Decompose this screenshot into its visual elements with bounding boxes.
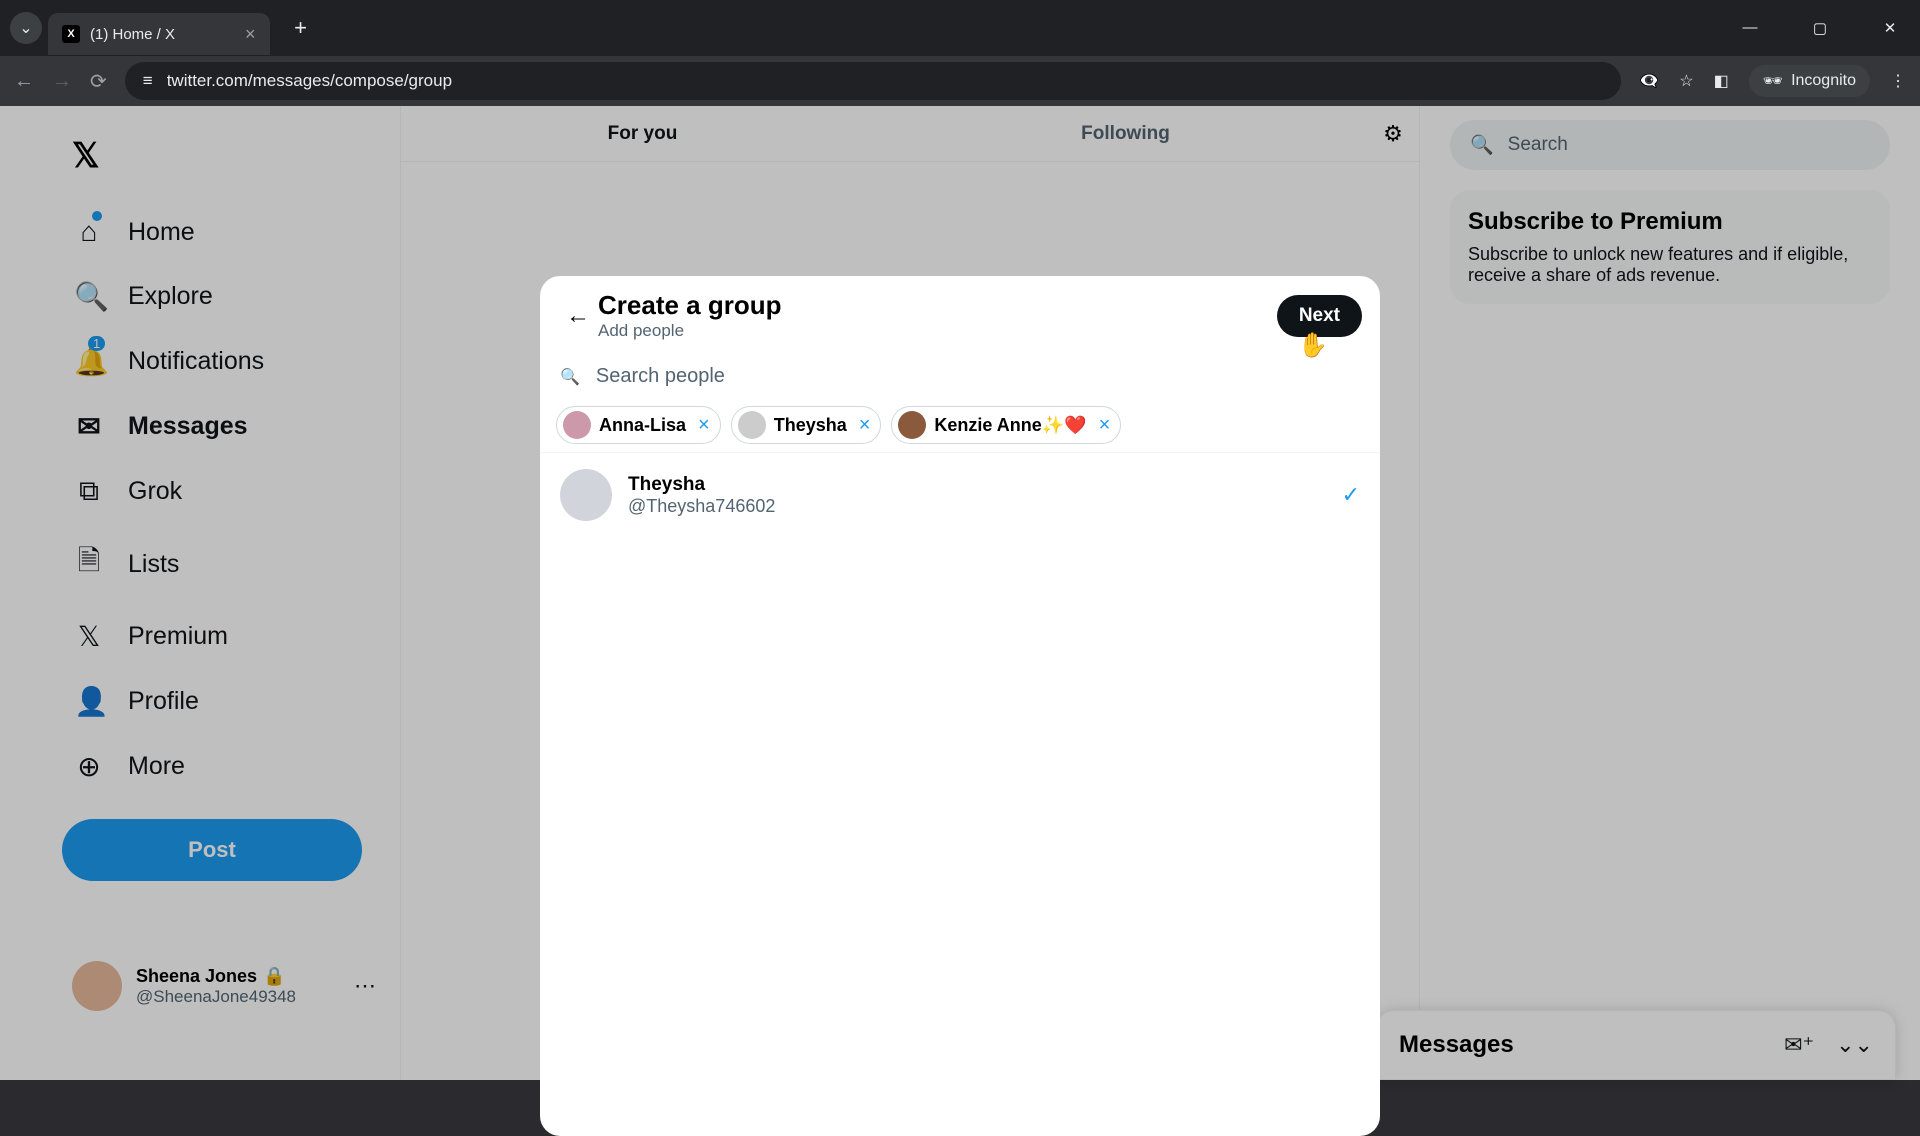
- site-tune-icon[interactable]: ≡: [143, 71, 153, 91]
- person-chip[interactable]: Theysha ×: [731, 406, 882, 444]
- chip-avatar: [563, 411, 591, 439]
- create-group-modal: ← Create a group Add people Next 🔍 Anna-…: [540, 276, 1380, 1136]
- eye-off-icon[interactable]: 👁‍🗨: [1639, 71, 1659, 91]
- page-root: 𝕏 ⌂ Home 🔍 Explore 🔔 Notifications 1 ✉ M…: [0, 106, 1920, 1080]
- chip-name: Theysha: [774, 415, 847, 436]
- incognito-icon: 🕶: [1763, 71, 1783, 91]
- browser-tab-strip: ⌄ X (1) Home / X × + — ▢ ✕: [0, 0, 1920, 56]
- close-window-icon[interactable]: ✕: [1870, 19, 1910, 37]
- remove-chip-icon[interactable]: ×: [698, 414, 710, 437]
- selected-check-icon: ✓: [1342, 482, 1360, 508]
- search-result-row[interactable]: Theysha @Theysha746602 ✓: [540, 453, 1380, 537]
- remove-chip-icon[interactable]: ×: [859, 414, 871, 437]
- tab-title: (1) Home / X: [90, 26, 175, 43]
- address-bar: ← → ⟳ ≡ twitter.com/messages/compose/gro…: [0, 56, 1920, 106]
- incognito-label: Incognito: [1791, 72, 1856, 90]
- person-chip[interactable]: Kenzie Anne✨❤️ ×: [891, 406, 1121, 444]
- browser-menu-icon[interactable]: ⋮: [1890, 71, 1906, 91]
- chip-name: Kenzie Anne✨❤️: [934, 415, 1086, 436]
- result-handle: @Theysha746602: [628, 496, 775, 517]
- chip-avatar: [738, 411, 766, 439]
- url-text: twitter.com/messages/compose/group: [167, 71, 452, 91]
- chip-name: Anna-Lisa: [599, 415, 686, 436]
- tab-favicon: X: [62, 25, 80, 43]
- back-icon[interactable]: ←: [14, 70, 34, 93]
- side-panel-icon[interactable]: ◧: [1714, 71, 1729, 91]
- next-button[interactable]: Next: [1277, 295, 1362, 337]
- forward-icon: →: [52, 70, 72, 93]
- maximize-icon[interactable]: ▢: [1800, 19, 1840, 37]
- back-button[interactable]: ←: [558, 296, 598, 336]
- incognito-indicator[interactable]: 🕶 Incognito: [1749, 65, 1870, 97]
- url-box[interactable]: ≡ twitter.com/messages/compose/group: [125, 62, 1622, 100]
- result-avatar: [560, 469, 612, 521]
- modal-header: ← Create a group Add people Next: [540, 276, 1380, 355]
- tab-search-icon[interactable]: ⌄: [10, 12, 42, 44]
- browser-tab[interactable]: X (1) Home / X ×: [48, 13, 270, 55]
- search-icon: 🔍: [560, 367, 580, 387]
- minimize-icon[interactable]: —: [1730, 19, 1770, 37]
- remove-chip-icon[interactable]: ×: [1099, 414, 1111, 437]
- modal-subtitle: Add people: [598, 321, 782, 341]
- new-tab-button[interactable]: +: [286, 13, 316, 43]
- selected-people-chips: Anna-Lisa × Theysha × Kenzie Anne✨❤️ ×: [540, 398, 1380, 453]
- search-people-input[interactable]: [596, 365, 1360, 388]
- window-controls: — ▢ ✕: [1730, 19, 1910, 37]
- chip-avatar: [898, 411, 926, 439]
- result-name: Theysha: [628, 474, 775, 496]
- close-tab-icon[interactable]: ×: [245, 24, 256, 45]
- modal-title: Create a group: [598, 290, 782, 321]
- bookmark-star-icon[interactable]: ☆: [1679, 71, 1693, 91]
- reload-icon[interactable]: ⟳: [90, 69, 107, 94]
- modal-search: 🔍: [540, 355, 1380, 398]
- person-chip[interactable]: Anna-Lisa ×: [556, 406, 721, 444]
